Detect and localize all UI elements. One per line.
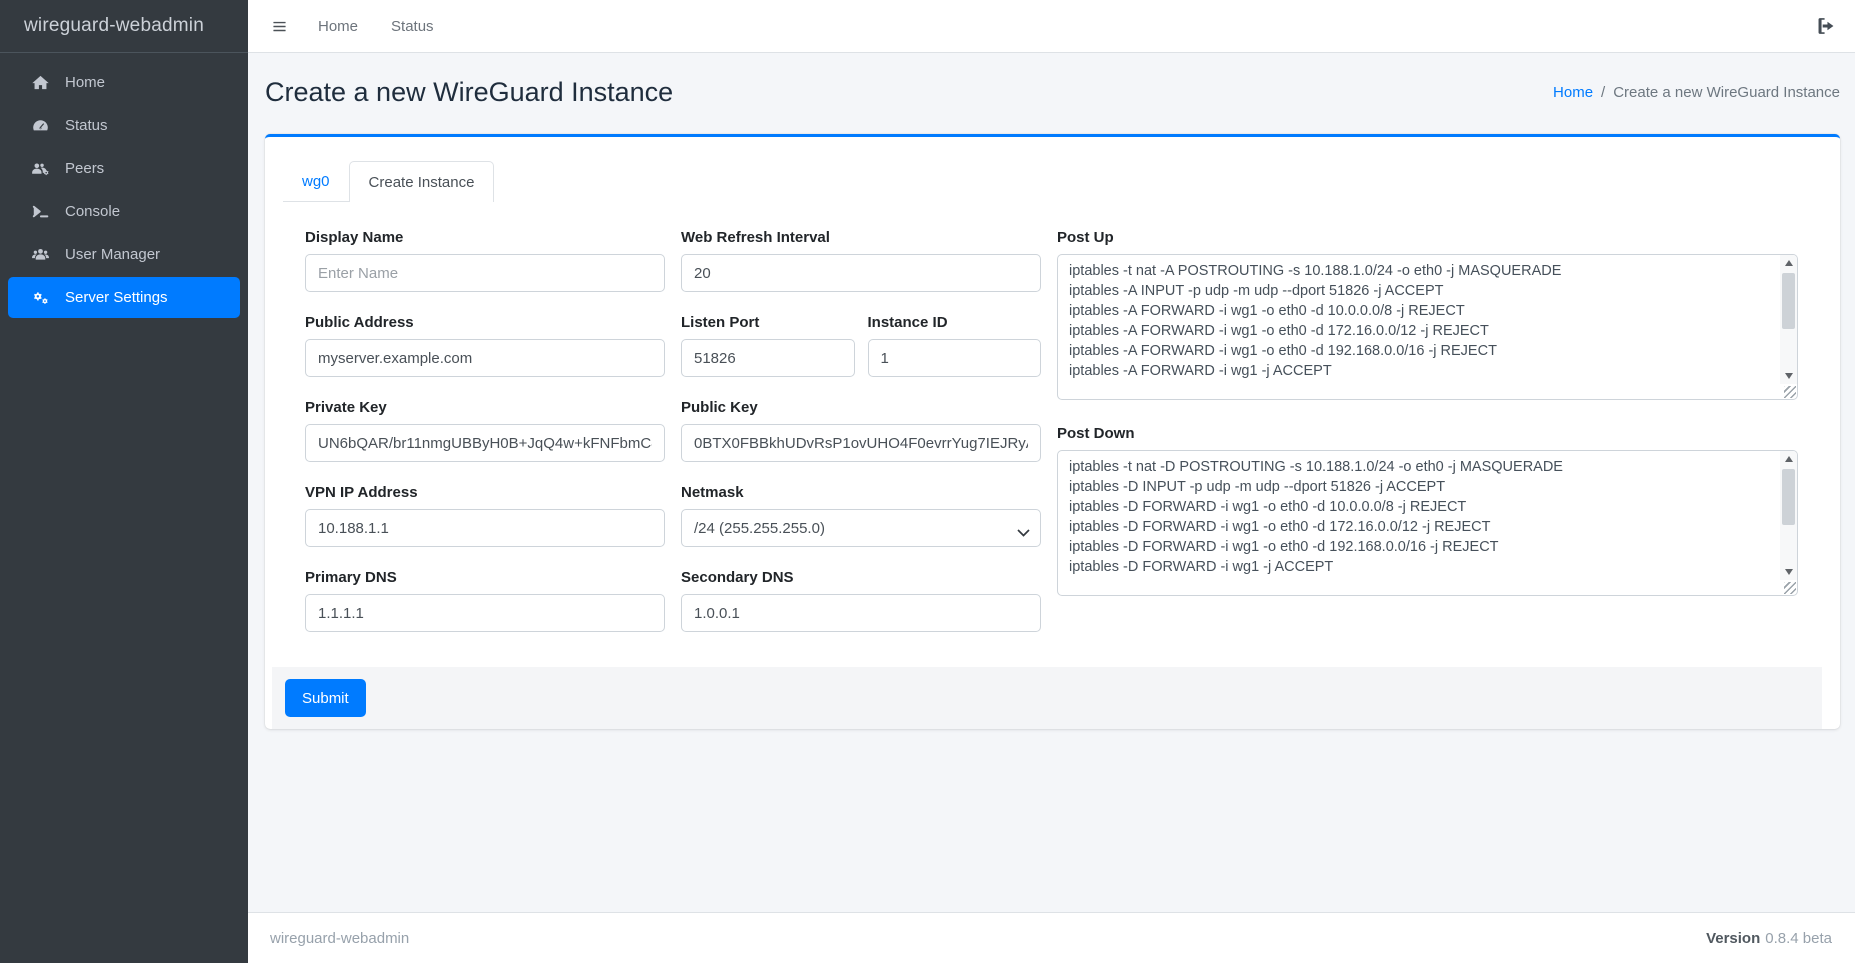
card-body: wg0 Create Instance Display Name Public <box>265 137 1840 654</box>
post-down-wrap <box>1057 450 1798 596</box>
form-column-c: Post Up <box>1057 229 1798 654</box>
instance-card: wg0 Create Instance Display Name Public <box>265 134 1840 729</box>
scroll-down-icon[interactable] <box>1780 368 1797 384</box>
gauge-icon <box>28 117 52 135</box>
cogs-icon <box>28 289 52 307</box>
post-up-wrap <box>1057 254 1798 400</box>
breadcrumb-current: Create a new WireGuard Instance <box>1613 84 1840 101</box>
resize-grip-icon[interactable] <box>1784 582 1796 594</box>
instance-id-group: Instance ID <box>868 314 1042 377</box>
post-up-label: Post Up <box>1057 229 1798 246</box>
post-down-scrollbar[interactable] <box>1780 451 1797 580</box>
vpn-ip-label: VPN IP Address <box>305 484 665 501</box>
sidebar-item-user-manager[interactable]: User Manager <box>8 234 240 275</box>
users-gear-icon <box>28 160 52 178</box>
form-column-a: Display Name Public Address Private Key <box>305 229 665 654</box>
submit-button[interactable]: Submit <box>285 679 366 717</box>
sidebar: wireguard-webadmin Home Status <box>0 0 248 963</box>
terminal-icon <box>28 203 52 221</box>
create-instance-form: Display Name Public Address Private Key <box>283 202 1822 654</box>
sign-out-icon <box>1815 17 1835 35</box>
content-wrapper: Create a new WireGuard Instance Home / C… <box>248 53 1855 912</box>
public-key-label: Public Key <box>681 399 1041 416</box>
private-key-input[interactable] <box>305 424 665 462</box>
scrollbar-thumb[interactable] <box>1782 469 1795 525</box>
netmask-label: Netmask <box>681 484 1041 501</box>
sidebar-item-label: User Manager <box>65 246 160 263</box>
public-address-input[interactable] <box>305 339 665 377</box>
tab-wg0[interactable]: wg0 <box>283 161 349 202</box>
listen-port-group: Listen Port <box>681 314 855 377</box>
instance-id-label: Instance ID <box>868 314 1042 331</box>
page-footer: wireguard-webadmin Version 0.8.4 beta <box>248 912 1855 963</box>
footer-brand: wireguard-webadmin <box>270 930 409 947</box>
sidebar-nav: Home Status <box>0 53 248 329</box>
version-label: Version <box>1706 930 1760 947</box>
hamburger-icon[interactable] <box>271 19 288 34</box>
listen-port-input[interactable] <box>681 339 855 377</box>
scroll-up-icon[interactable] <box>1780 255 1797 271</box>
sidebar-item-home[interactable]: Home <box>8 62 240 103</box>
web-refresh-interval-input[interactable] <box>681 254 1041 292</box>
display-name-label: Display Name <box>305 229 665 246</box>
tab-create-instance[interactable]: Create Instance <box>349 161 495 202</box>
breadcrumb: Home / Create a new WireGuard Instance <box>1553 84 1840 101</box>
top-navbar: Home Status <box>248 0 1855 53</box>
version-value: 0.8.4 beta <box>1765 930 1832 947</box>
main-area: Home Status Create a new WireGuard Insta… <box>248 0 1855 963</box>
navbar-link-home[interactable]: Home <box>318 18 358 35</box>
logout-button[interactable] <box>1815 17 1835 35</box>
sidebar-item-label: Status <box>65 117 108 134</box>
content-header: Create a new WireGuard Instance Home / C… <box>248 53 1855 108</box>
post-up-textarea[interactable] <box>1057 254 1798 400</box>
sidebar-item-status[interactable]: Status <box>8 105 240 146</box>
form-column-b: Web Refresh Interval Listen Port Instanc… <box>681 229 1041 654</box>
sidebar-item-console[interactable]: Console <box>8 191 240 232</box>
private-key-label: Private Key <box>305 399 665 416</box>
sidebar-item-peers[interactable]: Peers <box>8 148 240 189</box>
sidebar-item-label: Home <box>65 74 105 91</box>
navbar-link-status[interactable]: Status <box>391 18 434 35</box>
page-title: Create a new WireGuard Instance <box>265 77 673 108</box>
vpn-ip-input[interactable] <box>305 509 665 547</box>
sidebar-item-label: Peers <box>65 160 104 177</box>
scroll-down-icon[interactable] <box>1780 564 1797 580</box>
public-address-label: Public Address <box>305 314 665 331</box>
web-refresh-interval-label: Web Refresh Interval <box>681 229 1041 246</box>
post-up-scrollbar[interactable] <box>1780 255 1797 384</box>
public-key-input[interactable] <box>681 424 1041 462</box>
secondary-dns-label: Secondary DNS <box>681 569 1041 586</box>
users-icon <box>28 246 52 264</box>
scroll-up-icon[interactable] <box>1780 451 1797 467</box>
resize-grip-icon[interactable] <box>1784 386 1796 398</box>
primary-dns-input[interactable] <box>305 594 665 632</box>
instance-tabs: wg0 Create Instance <box>283 161 1822 202</box>
footer-version: Version 0.8.4 beta <box>1706 930 1832 947</box>
scrollbar-thumb[interactable] <box>1782 273 1795 329</box>
form-footer: Submit <box>272 667 1822 729</box>
sidebar-item-server-settings[interactable]: Server Settings <box>8 277 240 318</box>
sidebar-item-label: Server Settings <box>65 289 168 306</box>
sidebar-brand[interactable]: wireguard-webadmin <box>0 0 248 53</box>
instance-id-input[interactable] <box>868 339 1042 377</box>
listen-port-label: Listen Port <box>681 314 855 331</box>
primary-dns-label: Primary DNS <box>305 569 665 586</box>
post-down-label: Post Down <box>1057 425 1798 442</box>
breadcrumb-separator: / <box>1601 84 1605 101</box>
post-down-textarea[interactable] <box>1057 450 1798 596</box>
netmask-select[interactable]: /24 (255.255.255.0) <box>681 509 1041 547</box>
display-name-input[interactable] <box>305 254 665 292</box>
sidebar-item-label: Console <box>65 203 120 220</box>
secondary-dns-input[interactable] <box>681 594 1041 632</box>
home-icon <box>28 74 52 92</box>
breadcrumb-home-link[interactable]: Home <box>1553 84 1593 101</box>
